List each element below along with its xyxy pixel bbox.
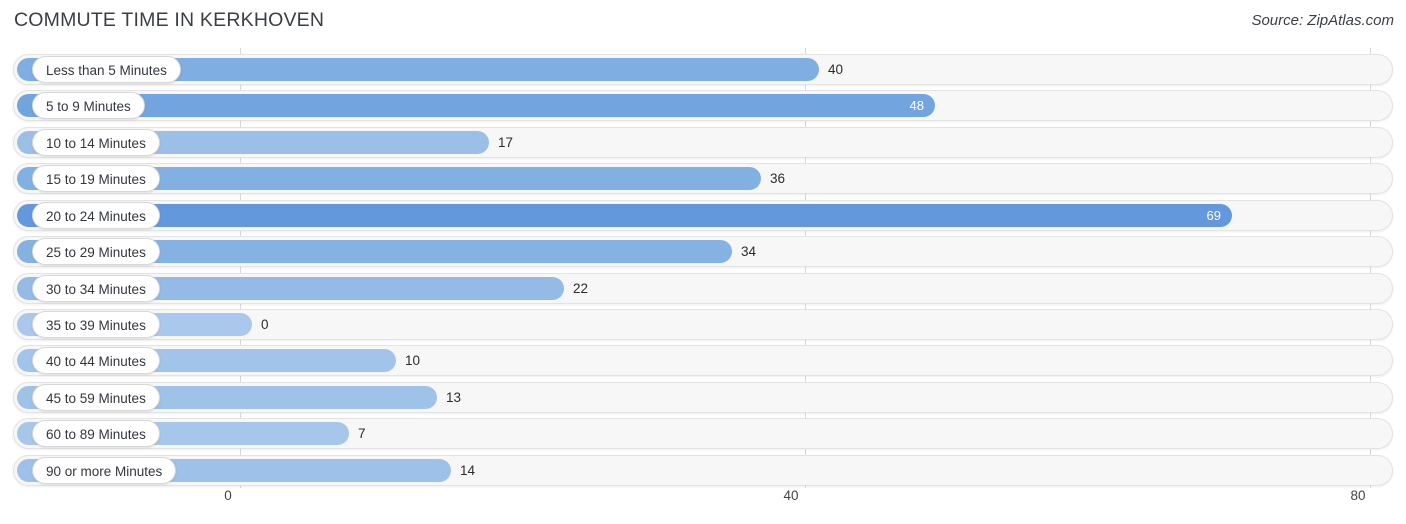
bar-row[interactable]: 0 35 to 39 Minutes — [0, 308, 1406, 340]
x-axis-tick-label: 40 — [783, 488, 799, 503]
bar-value-label: 17 — [498, 134, 514, 150]
bar-row[interactable]: 14 90 or more Minutes — [0, 454, 1406, 486]
source-attribution: Source: ZipAtlas.com — [1251, 12, 1394, 29]
bar-category-label[interactable]: 60 to 89 Minutes — [32, 420, 160, 448]
bar-category-label[interactable]: 45 to 59 Minutes — [32, 383, 160, 411]
bar-category-label[interactable]: 40 to 44 Minutes — [32, 347, 160, 375]
bar-row[interactable]: 10 40 to 44 Minutes — [0, 345, 1406, 377]
bar-value-label: 48 — [909, 98, 924, 114]
bar-value-label: 10 — [405, 353, 421, 369]
bar-value-label: 13 — [446, 389, 462, 405]
bar-value-label: 69 — [1206, 207, 1221, 223]
bar-row[interactable]: 40 Less than 5 Minutes — [0, 54, 1406, 85]
bar-category-label[interactable]: 15 to 19 Minutes — [32, 165, 160, 193]
commute-time-bar-chart: COMMUTE TIME IN KERKHOVEN Source: ZipAtl… — [0, 0, 1406, 524]
bar-category-label[interactable]: 25 to 29 Minutes — [32, 238, 160, 266]
bar-row[interactable]: 17 10 to 14 Minutes — [0, 126, 1406, 158]
x-axis-tick-label: 80 — [1350, 488, 1366, 503]
bar-value-label: 34 — [741, 244, 757, 260]
bar-value-label: 36 — [770, 171, 786, 187]
bar-row[interactable]: 48 5 to 9 Minutes — [0, 90, 1406, 122]
bar-category-label[interactable]: 20 to 24 Minutes — [32, 201, 160, 229]
bar-category-label[interactable]: 5 to 9 Minutes — [32, 92, 145, 120]
bar-category-label[interactable]: Less than 5 Minutes — [32, 56, 181, 83]
x-axis: 0 40 80 — [0, 488, 1406, 524]
plot-area: 40 Less than 5 Minutes 48 5 to 9 Minutes 17 1… — [0, 48, 1406, 488]
bar-category-label[interactable]: 10 to 14 Minutes — [32, 128, 160, 156]
bar-row[interactable]: 22 30 to 34 Minutes — [0, 272, 1406, 304]
bar-row[interactable]: 34 25 to 29 Minutes — [0, 236, 1406, 268]
x-axis-tick-label: 0 — [224, 488, 232, 503]
bar-row[interactable]: 7 60 to 89 Minutes — [0, 418, 1406, 450]
bar-row[interactable]: 36 15 to 19 Minutes — [0, 163, 1406, 195]
bar-value-label: 7 — [358, 426, 366, 442]
bar-value-label: 0 — [261, 316, 269, 332]
bar-fill[interactable]: 69 — [17, 203, 1232, 227]
bar-category-label[interactable]: 35 to 39 Minutes — [32, 310, 160, 338]
bar-row[interactable]: 69 20 to 24 Minutes — [0, 199, 1406, 231]
bar-value-label: 22 — [573, 280, 589, 296]
bar-value-label: 14 — [460, 462, 476, 478]
bar-category-label[interactable]: 90 or more Minutes — [32, 456, 177, 484]
bar-row[interactable]: 13 45 to 59 Minutes — [0, 381, 1406, 413]
bar-category-label[interactable]: 30 to 34 Minutes — [32, 274, 160, 302]
bar-fill[interactable]: 48 — [17, 94, 935, 118]
page-title: COMMUTE TIME IN KERKHOVEN — [14, 9, 325, 31]
bar-value-label: 40 — [828, 62, 844, 77]
